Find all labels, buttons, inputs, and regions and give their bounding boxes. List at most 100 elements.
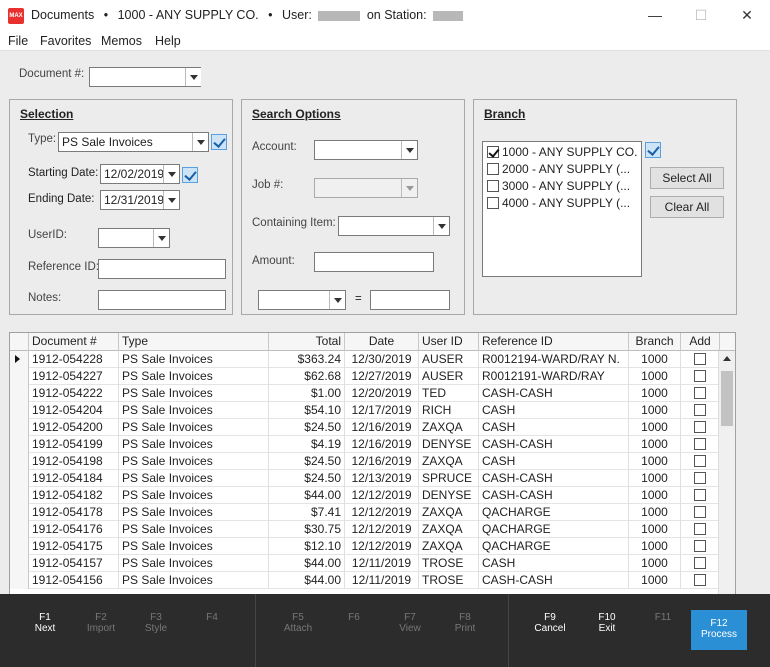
table-row[interactable]: 1912-054204 PS Sale Invoices $54.10 12/17/2… (10, 402, 720, 419)
userid-dropdown-icon[interactable] (153, 229, 169, 247)
checkbox-icon[interactable] (487, 197, 499, 209)
table-row[interactable]: 1912-054198 PS Sale Invoices $24.50 12/16/2… (10, 453, 720, 470)
row-header[interactable] (10, 521, 29, 538)
starting-date-label: Starting Date: (28, 167, 99, 179)
amount-operator-dropdown-icon[interactable] (329, 291, 345, 309)
fkey-f1[interactable]: F1 Next (17, 612, 73, 634)
close-button[interactable]: ✕ (724, 0, 770, 31)
notes-input[interactable] (98, 290, 226, 310)
row-header[interactable] (10, 487, 29, 504)
starting-date-field[interactable]: 12/02/2019 (100, 164, 180, 184)
row-header[interactable] (10, 538, 29, 555)
type-dropdown-icon[interactable] (192, 133, 208, 151)
table-row[interactable]: 1912-054184 PS Sale Invoices $24.50 12/13/2… (10, 470, 720, 487)
add-checkbox[interactable] (694, 557, 706, 569)
containing-item-combo[interactable] (338, 216, 450, 236)
checkbox-checked-icon[interactable] (487, 146, 499, 158)
branch-item-3000[interactable]: 3000 - ANY SUPPLY (... (487, 179, 630, 193)
add-checkbox[interactable] (694, 438, 706, 450)
clear-all-button[interactable]: Clear All (650, 196, 724, 218)
add-checkbox[interactable] (694, 574, 706, 586)
checkbox-icon[interactable] (487, 180, 499, 192)
scroll-thumb[interactable] (721, 371, 733, 426)
branch-item-1000[interactable]: 1000 - ANY SUPPLY CO. (487, 145, 637, 159)
table-row[interactable]: 1912-054222 PS Sale Invoices $1.00 12/20/20… (10, 385, 720, 402)
branch-filter-check-icon[interactable] (645, 142, 661, 158)
table-row[interactable]: 1912-054227 PS Sale Invoices $62.68 12/27/2… (10, 368, 720, 385)
add-checkbox[interactable] (694, 370, 706, 382)
account-combo[interactable] (314, 140, 418, 160)
add-checkbox[interactable] (694, 506, 706, 518)
add-checkbox[interactable] (694, 421, 706, 433)
scroll-up-icon[interactable] (723, 356, 731, 361)
grid-vertical-scrollbar[interactable] (718, 351, 735, 629)
document-number-dropdown-icon[interactable] (185, 68, 201, 86)
menu-help[interactable]: Help (155, 34, 181, 48)
amount-input[interactable] (314, 252, 434, 272)
add-checkbox[interactable] (694, 353, 706, 365)
checkbox-icon[interactable] (487, 163, 499, 175)
row-header[interactable] (10, 402, 29, 419)
column-branch[interactable]: Branch (629, 333, 681, 351)
fkey-f10[interactable]: F10 Exit (579, 612, 635, 634)
add-checkbox[interactable] (694, 472, 706, 484)
select-all-button[interactable]: Select All (650, 167, 724, 189)
account-dropdown-icon[interactable] (401, 141, 417, 159)
amount-operator-combo[interactable] (258, 290, 346, 310)
column-date[interactable]: Date (345, 333, 419, 351)
menu-memos[interactable]: Memos (101, 34, 142, 48)
cell-branch: 1000 (629, 402, 681, 419)
add-checkbox[interactable] (694, 387, 706, 399)
reference-id-input[interactable] (98, 259, 226, 279)
maximize-button[interactable]: ☐ (678, 0, 724, 31)
row-header[interactable] (10, 555, 29, 572)
table-row[interactable]: 1912-054178 PS Sale Invoices $7.41 12/12/20… (10, 504, 720, 521)
type-combo[interactable]: PS Sale Invoices (58, 132, 209, 152)
row-header[interactable] (10, 351, 29, 368)
menu-favorites[interactable]: Favorites (40, 34, 91, 48)
column-add[interactable]: Add (681, 333, 720, 351)
row-header[interactable] (10, 436, 29, 453)
table-row[interactable]: 1912-054156 PS Sale Invoices $44.00 12/11/2… (10, 572, 720, 589)
fkey-f9[interactable]: F9 Cancel (522, 612, 578, 634)
starting-date-check-icon[interactable] (182, 167, 198, 183)
table-row[interactable]: 1912-054199 PS Sale Invoices $4.19 12/16/20… (10, 436, 720, 453)
menu-file[interactable]: File (8, 34, 28, 48)
row-header[interactable] (10, 453, 29, 470)
row-header[interactable] (10, 470, 29, 487)
containing-item-dropdown-icon[interactable] (433, 217, 449, 235)
table-row[interactable]: 1912-054200 PS Sale Invoices $24.50 12/16/2… (10, 419, 720, 436)
userid-combo[interactable] (98, 228, 170, 248)
column-document-number[interactable]: Document # (29, 333, 119, 351)
table-row[interactable]: 1912-054157 PS Sale Invoices $44.00 12/11/2… (10, 555, 720, 572)
ending-date-dropdown-icon[interactable] (163, 191, 179, 209)
table-row[interactable]: 1912-054182 PS Sale Invoices $44.00 12/12/2… (10, 487, 720, 504)
row-header[interactable] (10, 368, 29, 385)
row-header[interactable] (10, 504, 29, 521)
column-user-id[interactable]: User ID (419, 333, 479, 351)
minimize-button[interactable]: — (632, 0, 678, 31)
add-checkbox[interactable] (694, 455, 706, 467)
fkey-f12[interactable]: F12 Process (691, 610, 747, 650)
add-checkbox[interactable] (694, 489, 706, 501)
column-reference-id[interactable]: Reference ID (479, 333, 629, 351)
add-checkbox[interactable] (694, 540, 706, 552)
row-header[interactable] (10, 385, 29, 402)
column-total[interactable]: Total (269, 333, 345, 351)
column-type[interactable]: Type (119, 333, 269, 351)
table-row[interactable]: 1912-054176 PS Sale Invoices $30.75 12/12/2… (10, 521, 720, 538)
branch-item-2000[interactable]: 2000 - ANY SUPPLY (... (487, 162, 630, 176)
add-checkbox[interactable] (694, 523, 706, 535)
branch-item-4000[interactable]: 4000 - ANY SUPPLY (... (487, 196, 630, 210)
row-header[interactable] (10, 572, 29, 589)
starting-date-dropdown-icon[interactable] (163, 165, 179, 183)
row-header[interactable] (10, 419, 29, 436)
table-row[interactable]: 1912-054175 PS Sale Invoices $12.10 12/12/2… (10, 538, 720, 555)
cell-type: PS Sale Invoices (119, 555, 269, 572)
type-filter-check-icon[interactable] (211, 134, 227, 150)
add-checkbox[interactable] (694, 404, 706, 416)
table-row[interactable]: 1912-054228 PS Sale Invoices $363.24 12/30/… (10, 351, 720, 368)
amount-compare-input[interactable] (370, 290, 450, 310)
ending-date-field[interactable]: 12/31/2019 (100, 190, 180, 210)
cell-add (681, 555, 720, 572)
